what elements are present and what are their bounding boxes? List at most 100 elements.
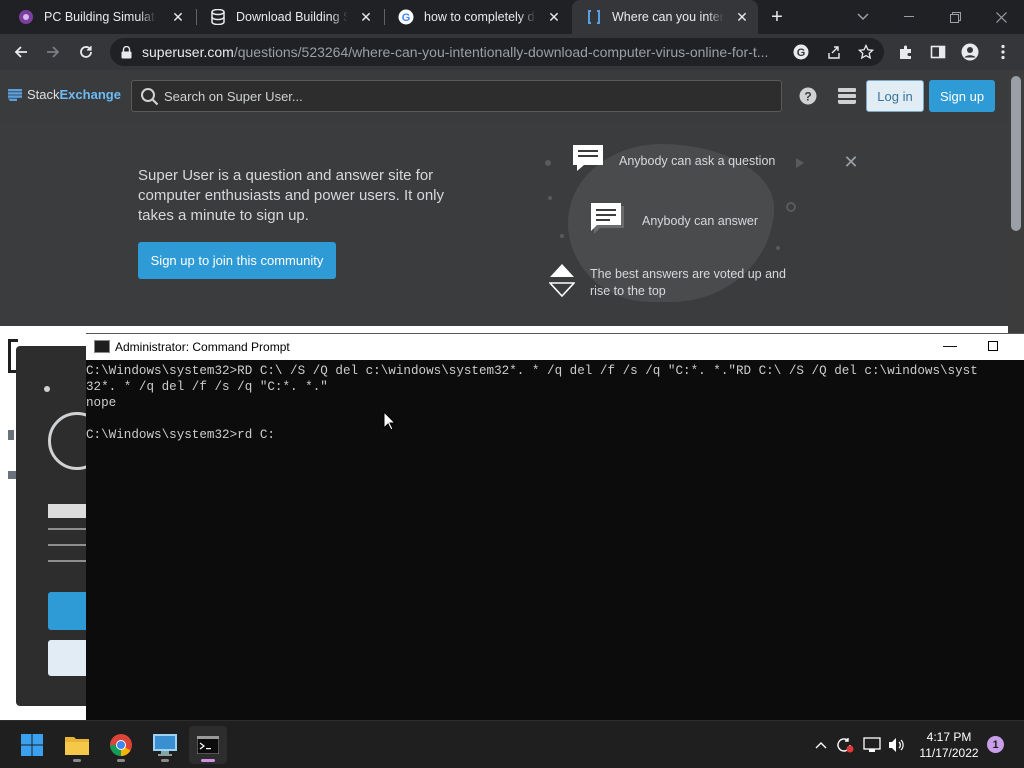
chrome-icon (110, 734, 132, 756)
command-prompt-titlebar[interactable]: Administrator: Command Prompt — (86, 334, 1024, 360)
network-icon[interactable] (863, 737, 881, 753)
command-prompt-window[interactable]: Administrator: Command Prompt — C:\Windo… (86, 333, 1024, 720)
share-icon[interactable] (826, 44, 842, 60)
stackexchange-logo-icon (8, 88, 22, 101)
svg-text:?: ? (804, 90, 811, 104)
volume-icon[interactable] (888, 737, 906, 753)
screen: PC Building Simulator ✕ Download Buildin… (0, 0, 1024, 768)
console-line: C:\Windows\system32>RD C:\ /S /Q del c:\… (86, 364, 978, 378)
command-prompt-icon (197, 736, 219, 754)
google-icon: G (398, 9, 414, 25)
feature-ask: Anybody can ask a question (619, 154, 776, 168)
console-prompt-line[interactable]: C:\Windows\system32>rd C: (86, 427, 1024, 443)
svg-text:G: G (402, 12, 411, 24)
vote-arrows-icon (548, 263, 576, 302)
close-icon[interactable]: ✕ (170, 9, 186, 25)
close-icon[interactable]: ✕ (843, 153, 859, 171)
svg-text:G: G (797, 47, 806, 59)
decor-dot (545, 160, 551, 166)
stackexchange-logo[interactable]: Stack Exchange (8, 87, 121, 102)
close-icon[interactable]: ✕ (734, 9, 750, 25)
signup-button[interactable]: Sign up (929, 80, 995, 112)
bookmark-star-icon[interactable] (858, 44, 874, 60)
browser-toolbar: superuser.com/questions/523264/where-can… (0, 34, 1024, 70)
site-switcher-icon[interactable] (838, 88, 856, 104)
close-window-button[interactable] (978, 0, 1024, 34)
side-panel-icon[interactable] (925, 39, 951, 65)
search-icon (140, 87, 160, 112)
stackexchange-icon (586, 9, 602, 25)
feature-voting: The best answers are voted up and rise t… (590, 267, 786, 298)
address-bar[interactable]: superuser.com/questions/523264/where-can… (110, 38, 884, 66)
windows-taskbar: 4:17 PM 11/17/2022 1 (0, 720, 1024, 768)
start-button[interactable] (13, 726, 51, 764)
url-host: superuser.com (142, 44, 234, 60)
maximize-button[interactable] (988, 341, 998, 351)
running-indicator (117, 759, 125, 762)
console-line: nope (86, 396, 117, 410)
new-tab-button[interactable]: + (766, 6, 788, 28)
minimize-button[interactable] (886, 0, 932, 34)
console-output[interactable]: C:\Windows\system32>RD C:\ /S /Q del c:\… (86, 363, 1024, 443)
running-indicator (161, 759, 169, 762)
decor-dot (776, 246, 780, 250)
forward-arrow-icon[interactable] (40, 39, 66, 65)
nav-text-partial (8, 430, 14, 440)
close-icon[interactable]: ✕ (358, 9, 374, 25)
profile-avatar-icon[interactable] (957, 39, 983, 65)
site-search-input[interactable]: Search on Super User... (131, 80, 782, 112)
url-text[interactable]: superuser.com/questions/523264/where-can… (142, 44, 792, 60)
show-hidden-icons-chevron-icon[interactable] (812, 737, 830, 753)
file-explorer-icon (65, 737, 89, 755)
extensions-puzzle-icon[interactable] (893, 39, 919, 65)
logo-prefix: Stack (27, 87, 60, 102)
lock-icon[interactable] (118, 44, 134, 60)
feature-answer: Anybody can answer (642, 214, 759, 228)
system-clock[interactable]: 4:17 PM 11/17/2022 (916, 729, 982, 761)
restore-button[interactable] (932, 0, 978, 34)
back-arrow-icon[interactable] (8, 39, 34, 65)
decor-dot (796, 158, 804, 168)
taskbar-command-prompt[interactable] (189, 726, 227, 764)
login-button[interactable]: Log in (866, 80, 924, 112)
url-path: /questions/523264/where-can-you-intentio… (233, 44, 769, 60)
logo-brand: Exchange (59, 87, 121, 102)
tab-pc-building-simulator[interactable]: PC Building Simulator ✕ (4, 0, 194, 34)
clock-time: 4:17 PM (926, 730, 972, 744)
decor-dot (786, 202, 796, 212)
start-icon (21, 734, 43, 756)
browser-tab-strip: PC Building Simulator ✕ Download Buildin… (0, 0, 1024, 34)
decor-dot (560, 234, 564, 238)
browser-menu-icon[interactable] (990, 39, 1016, 65)
search-placeholder: Search on Super User... (164, 89, 303, 104)
window-title: Administrator: Command Prompt (115, 340, 290, 354)
taskbar-control-panel[interactable] (146, 726, 184, 764)
notification-badge[interactable]: 1 (987, 736, 1004, 753)
minimize-button[interactable]: — (943, 337, 957, 353)
tab-download-building-sim[interactable]: Download Building Sim ✕ (196, 0, 382, 34)
scrollbar-thumb[interactable] (1011, 76, 1021, 231)
join-community-button[interactable]: Sign up to join this community (138, 242, 336, 279)
signup-hero-banner: Super User is a question and answer site… (0, 122, 1008, 326)
help-icon[interactable]: ? (799, 87, 817, 105)
running-indicator (201, 759, 215, 762)
sync-status-icon[interactable] (836, 737, 854, 753)
tab-search-chevron-icon[interactable] (840, 0, 886, 34)
close-icon[interactable]: ✕ (546, 9, 562, 25)
database-icon (210, 9, 226, 25)
site-topbar: Stack Exchange Search on Super User... ? … (0, 70, 1008, 122)
tab-superuser-question[interactable]: Where can you intentic ✕ (572, 0, 758, 34)
taskbar-file-explorer[interactable] (58, 726, 96, 764)
google-lens-icon[interactable]: G (793, 44, 809, 60)
mouse-pointer-icon (383, 410, 397, 436)
decor-dot (548, 196, 552, 200)
running-indicator (73, 759, 81, 762)
taskbar-chrome[interactable] (102, 726, 140, 764)
reload-icon[interactable] (73, 39, 99, 65)
tab-google-search[interactable]: G how to completely des ✕ (384, 0, 570, 34)
command-prompt-icon (94, 340, 110, 353)
answer-icon (590, 202, 626, 241)
tab-label: how to completely des (424, 10, 536, 24)
ask-question-icon (572, 144, 604, 179)
